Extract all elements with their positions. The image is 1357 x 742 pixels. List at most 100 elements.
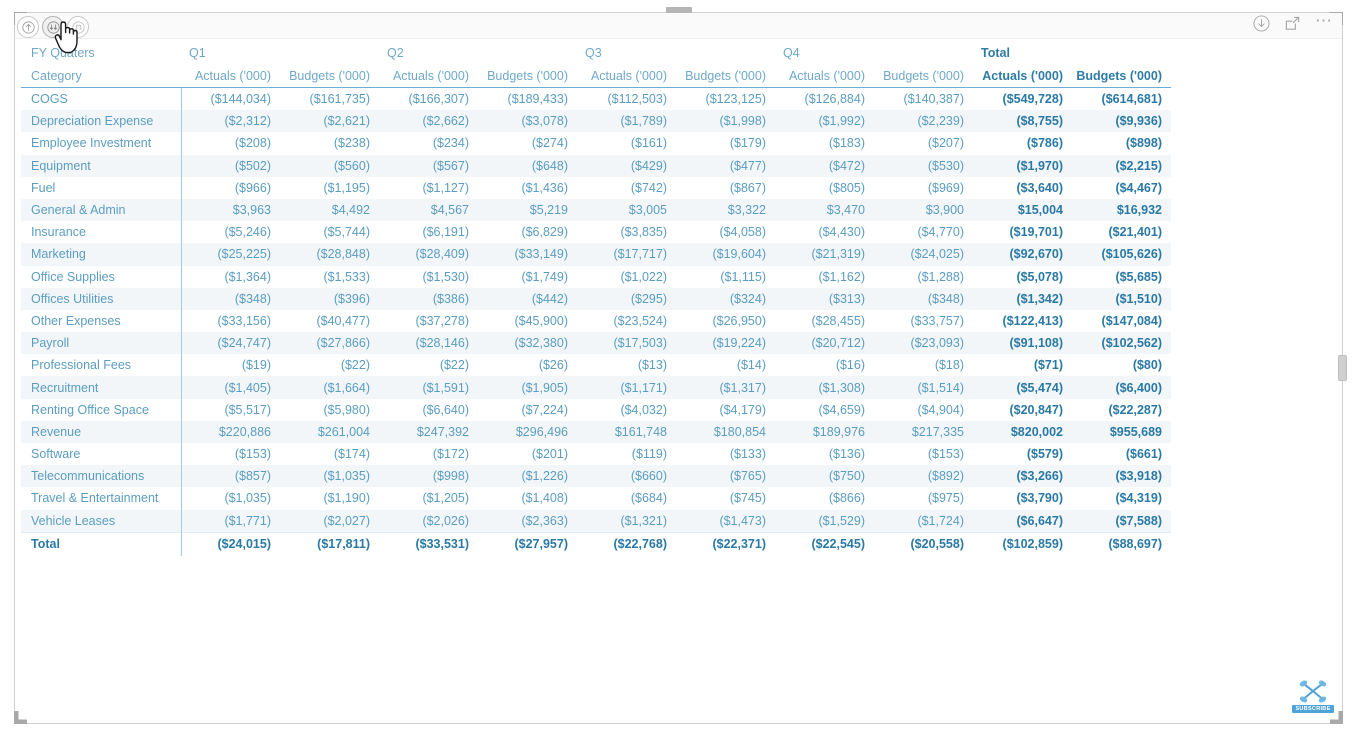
value-cell[interactable]: ($2,215)	[1072, 154, 1171, 177]
value-cell[interactable]: ($24,747)	[181, 332, 280, 355]
table-row[interactable]: COGS ($144,034) ($161,735) ($166,307) ($189,…	[21, 87, 1171, 111]
value-cell[interactable]: ($560)	[280, 154, 379, 177]
row-category-cell[interactable]: Revenue	[21, 420, 182, 443]
value-cell[interactable]: ($105,626)	[1072, 243, 1171, 266]
value-cell[interactable]: ($153)	[874, 443, 973, 465]
value-cell[interactable]: ($1,190)	[280, 487, 379, 509]
total-value-cell[interactable]: ($88,697)	[1072, 531, 1171, 556]
value-cell[interactable]: ($28,455)	[775, 310, 874, 332]
value-cell[interactable]: ($1,905)	[478, 376, 577, 399]
value-cell[interactable]: ($23,524)	[577, 310, 676, 332]
value-cell[interactable]: ($295)	[577, 287, 676, 310]
value-cell[interactable]: ($2,621)	[280, 110, 379, 133]
value-cell[interactable]: ($742)	[577, 177, 676, 199]
value-cell[interactable]: ($6,647)	[973, 509, 1072, 533]
value-cell[interactable]: ($19,701)	[973, 221, 1072, 243]
value-cell[interactable]: ($6,829)	[478, 221, 577, 243]
value-cell[interactable]: $189,976	[775, 420, 874, 443]
value-cell[interactable]: ($1,514)	[874, 376, 973, 399]
value-cell[interactable]: ($4,058)	[676, 221, 775, 243]
value-cell[interactable]: ($5,517)	[181, 399, 280, 421]
table-row[interactable]: Recruitment ($1,405) ($1,664) ($1,591) ($1,9…	[21, 376, 1171, 399]
value-cell[interactable]: ($1,317)	[676, 376, 775, 399]
drill-up-button[interactable]	[17, 16, 39, 38]
value-cell[interactable]: ($179)	[676, 132, 775, 154]
value-cell[interactable]: ($442)	[478, 287, 577, 310]
value-cell[interactable]: ($348)	[874, 287, 973, 310]
column-group-total[interactable]: Total	[973, 41, 1171, 64]
value-cell[interactable]: ($19,604)	[676, 243, 775, 266]
row-category-cell[interactable]: Other Expenses	[21, 309, 182, 333]
value-cell[interactable]: ($386)	[379, 287, 478, 310]
value-cell[interactable]: ($119)	[577, 443, 676, 465]
value-cell[interactable]: $820,002	[973, 420, 1072, 443]
total-value-cell[interactable]: ($33,531)	[379, 531, 478, 556]
value-cell[interactable]: ($22)	[379, 354, 478, 376]
value-cell[interactable]: ($28,409)	[379, 243, 478, 266]
total-value-cell[interactable]: ($102,859)	[973, 531, 1072, 556]
value-cell[interactable]: ($4,032)	[577, 399, 676, 421]
value-cell[interactable]: $220,886	[181, 420, 280, 443]
value-cell[interactable]: ($234)	[379, 132, 478, 154]
value-cell[interactable]: ($172)	[379, 443, 478, 465]
total-value-cell[interactable]: ($20,558)	[874, 531, 973, 556]
value-cell[interactable]: ($4,770)	[874, 221, 973, 243]
value-cell[interactable]: ($4,467)	[1072, 177, 1171, 199]
total-value-cell[interactable]: ($22,768)	[577, 531, 676, 556]
row-category-cell[interactable]: Fuel	[21, 176, 182, 199]
value-cell[interactable]: ($1,364)	[181, 266, 280, 288]
value-cell[interactable]: ($1,510)	[1072, 287, 1171, 310]
table-total-row[interactable]: Total ($24,015) ($17,811) ($33,531) ($27,957…	[21, 531, 1171, 556]
value-cell[interactable]: ($567)	[379, 154, 478, 177]
value-cell[interactable]: ($33,757)	[874, 310, 973, 332]
value-cell[interactable]: ($5,246)	[181, 221, 280, 243]
value-cell[interactable]: ($161)	[577, 132, 676, 154]
value-cell[interactable]: ($102,562)	[1072, 332, 1171, 355]
value-cell[interactable]: ($161,735)	[280, 88, 379, 111]
more-options-button[interactable]: ⋯	[1315, 12, 1334, 32]
value-cell[interactable]: ($1,664)	[280, 376, 379, 399]
value-cell[interactable]: ($1,288)	[874, 266, 973, 288]
value-cell[interactable]: $3,322	[676, 198, 775, 222]
value-cell[interactable]: ($136)	[775, 443, 874, 465]
value-cell[interactable]: ($429)	[577, 154, 676, 177]
value-cell[interactable]: ($2,026)	[379, 509, 478, 533]
value-cell[interactable]: ($23,093)	[874, 332, 973, 355]
value-cell[interactable]: ($805)	[775, 177, 874, 199]
value-cell[interactable]: ($189,433)	[478, 88, 577, 111]
value-cell[interactable]: ($750)	[775, 465, 874, 488]
value-cell[interactable]: ($5,744)	[280, 221, 379, 243]
table-row[interactable]: Payroll ($24,747) ($27,866) ($28,146) ($32,3…	[21, 332, 1171, 355]
column-group-q1[interactable]: Q1	[181, 41, 379, 64]
focus-mode-button[interactable]	[1284, 15, 1301, 32]
value-cell[interactable]: ($857)	[181, 465, 280, 488]
row-category-cell[interactable]: Marketing	[21, 243, 182, 266]
download-button[interactable]	[1253, 15, 1270, 32]
value-cell[interactable]: ($17,717)	[577, 243, 676, 266]
value-cell[interactable]: ($28,146)	[379, 332, 478, 355]
value-cell[interactable]: $3,963	[181, 198, 280, 222]
value-cell[interactable]: $4,567	[379, 198, 478, 222]
value-cell[interactable]: ($140,387)	[874, 88, 973, 111]
value-cell[interactable]: ($1,998)	[676, 110, 775, 133]
measure-header-q2-actuals[interactable]: Actuals ('000)	[379, 64, 478, 88]
value-cell[interactable]: ($1,473)	[676, 509, 775, 533]
table-row[interactable]: Professional Fees ($19) ($22) ($22) ($26) ($1…	[21, 354, 1171, 377]
value-cell[interactable]: ($8,755)	[973, 110, 1072, 133]
value-cell[interactable]: ($2,312)	[181, 110, 280, 133]
value-cell[interactable]: ($21,319)	[775, 243, 874, 266]
value-cell[interactable]: ($348)	[181, 287, 280, 310]
value-cell[interactable]: ($2,239)	[874, 110, 973, 133]
value-cell[interactable]: ($133)	[676, 443, 775, 465]
column-group-q3[interactable]: Q3	[577, 41, 775, 64]
value-cell[interactable]: ($174)	[280, 443, 379, 465]
value-cell[interactable]: ($1,035)	[181, 487, 280, 509]
value-cell[interactable]: $261,004	[280, 420, 379, 443]
value-cell[interactable]: ($5,078)	[973, 266, 1072, 288]
value-cell[interactable]: ($1,436)	[478, 177, 577, 199]
measure-header-total-actuals[interactable]: Actuals ('000)	[973, 64, 1072, 88]
total-value-cell[interactable]: ($24,015)	[181, 531, 280, 556]
value-cell[interactable]: $16,932	[1072, 198, 1171, 222]
value-cell[interactable]: ($998)	[379, 465, 478, 488]
value-cell[interactable]: ($1,195)	[280, 177, 379, 199]
